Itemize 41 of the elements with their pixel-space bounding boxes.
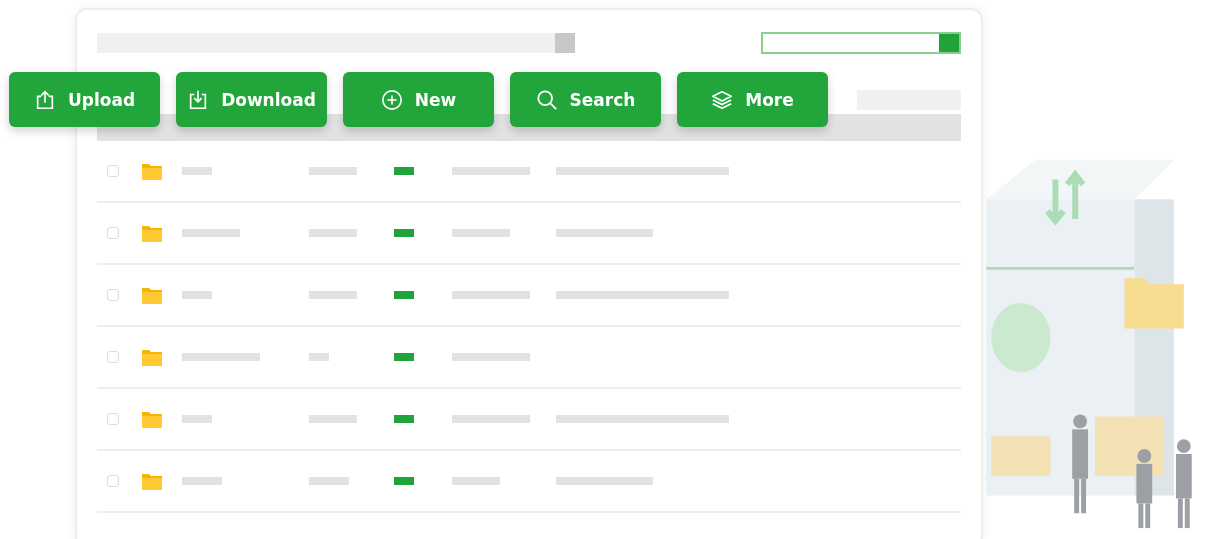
placeholder-bar [182, 415, 212, 423]
placeholder-bar [182, 167, 212, 175]
placeholder-bar [309, 353, 329, 361]
checkbox[interactable] [107, 475, 119, 487]
checkbox[interactable] [107, 227, 119, 239]
placeholder-bar [309, 291, 357, 299]
status-tag [394, 167, 414, 175]
toolbar-button[interactable]: Download [176, 72, 327, 127]
placeholder-bar [452, 477, 500, 485]
plus-circle-icon [380, 88, 403, 111]
placeholder-bar [309, 415, 357, 423]
folder-icon [142, 348, 162, 366]
placeholder-bar [182, 291, 212, 299]
folder-icon [142, 410, 162, 428]
toolbar-button[interactable]: Upload [9, 72, 160, 127]
status-tag [394, 291, 414, 299]
placeholder-bar [182, 229, 240, 237]
toolbar-button[interactable]: Search [510, 72, 661, 127]
status-tag [394, 229, 414, 237]
search-field[interactable] [761, 32, 961, 54]
checkbox[interactable] [107, 289, 119, 301]
folder-icon [142, 162, 162, 180]
folder-icon [142, 224, 162, 242]
placeholder-bar [309, 229, 357, 237]
layers-icon [711, 88, 734, 111]
status-tag [394, 353, 414, 361]
folder-icon [142, 472, 162, 490]
placeholder-bar [309, 477, 349, 485]
status-tag [394, 415, 414, 423]
placeholder-bar [182, 477, 222, 485]
checkbox[interactable] [107, 413, 119, 425]
toolbar-button[interactable]: More [677, 72, 828, 127]
toolbar-button[interactable]: New [343, 72, 494, 127]
folder-icon [142, 286, 162, 304]
checkbox[interactable] [107, 351, 119, 363]
checkbox[interactable] [107, 165, 119, 177]
placeholder-square [555, 33, 575, 53]
placeholder-bar [309, 167, 357, 175]
placeholder-bar [452, 229, 510, 237]
status-tag [394, 477, 414, 485]
search-icon [535, 88, 558, 111]
